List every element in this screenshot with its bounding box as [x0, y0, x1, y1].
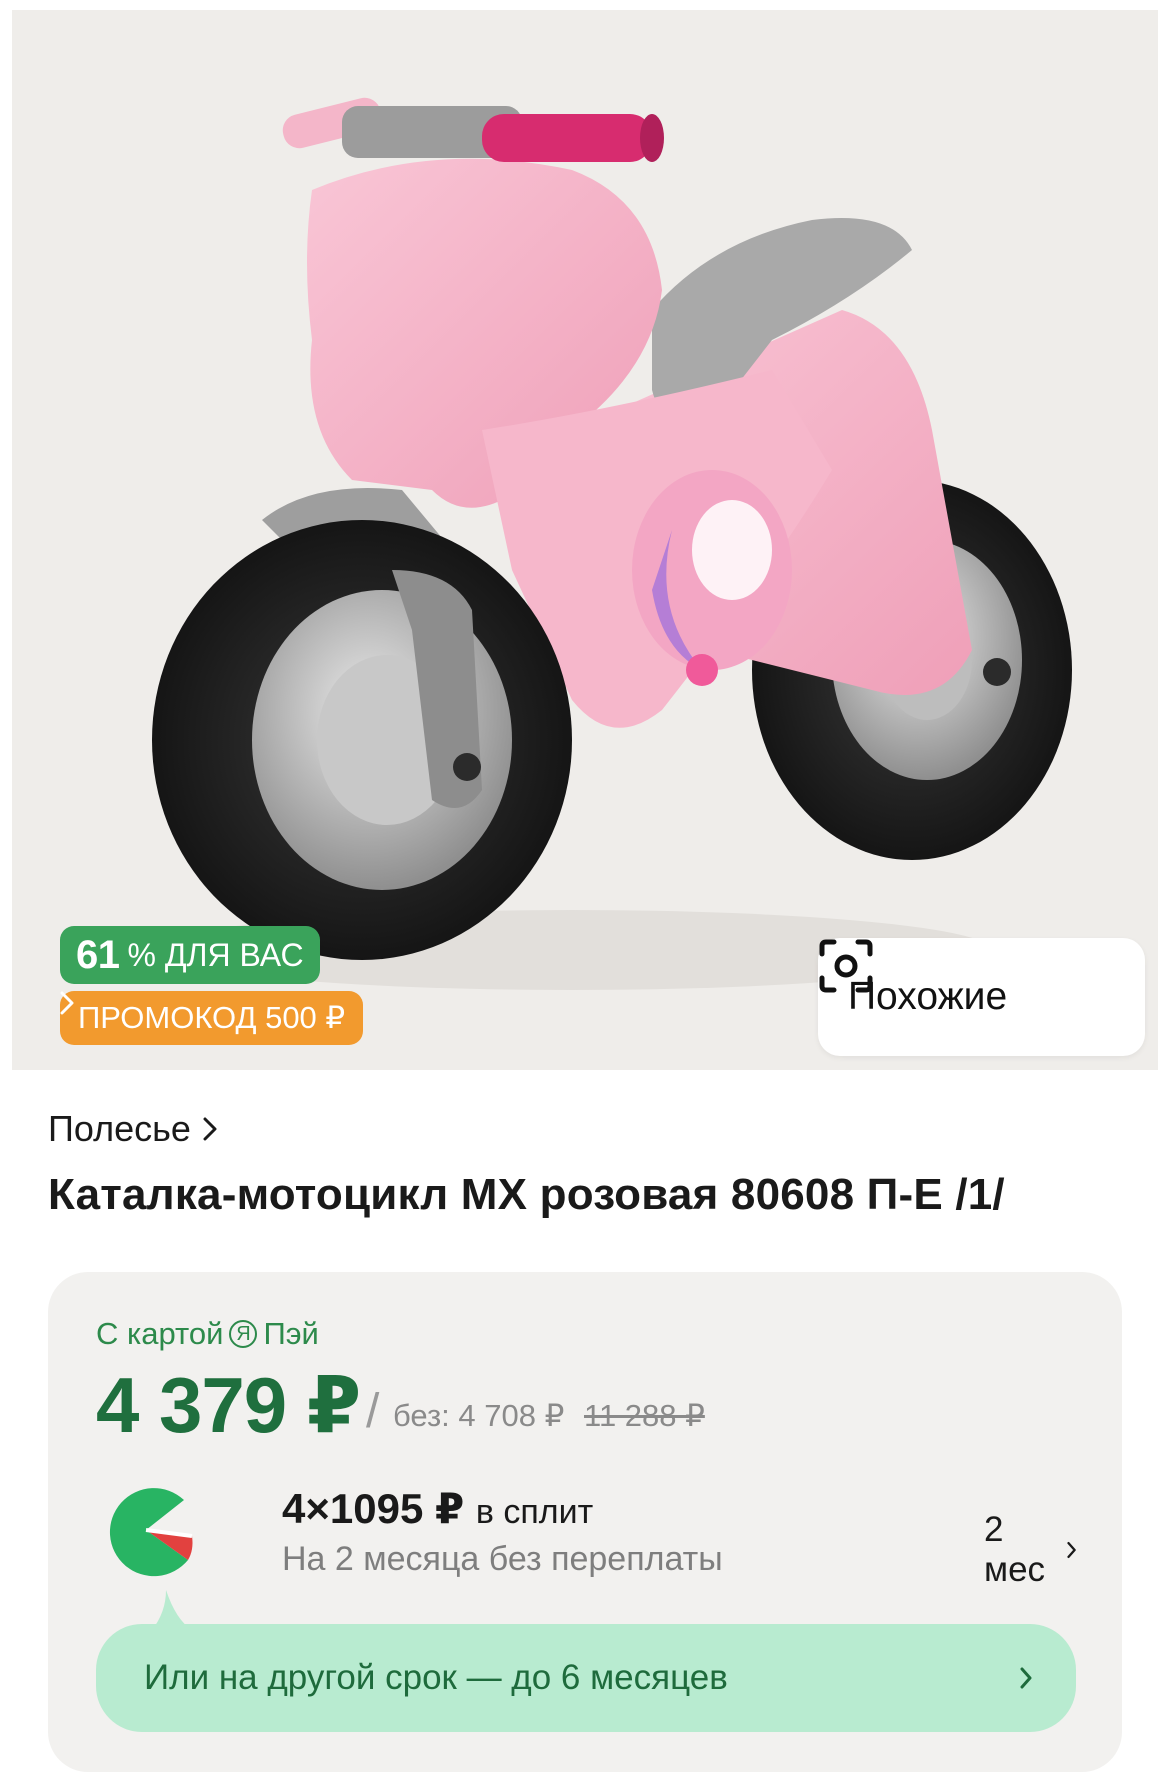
discount-suffix: % ДЛЯ ВАС — [127, 936, 304, 973]
split-period-selector[interactable]: 2 мес — [984, 1510, 1076, 1590]
split-amount: 4×1095 ₽ в сплит — [282, 1484, 593, 1533]
split-period-label: 2 мес — [984, 1510, 1046, 1589]
discount-percent: 61 — [76, 932, 120, 977]
similar-products-button[interactable]: Похожие — [818, 938, 1145, 1056]
pink-ride-on-motorcycle-image — [152, 97, 1072, 990]
brand-name: Полесье — [48, 1108, 191, 1149]
chevron-right-icon — [1020, 1667, 1032, 1689]
current-price: 4 379 ₽ — [96, 1361, 361, 1449]
chevron-right-icon — [203, 1117, 217, 1141]
promocode-badge[interactable]: ПРОМОКОД 500 ₽ — [60, 991, 364, 1045]
promocode-label: ПРОМОКОД 500 ₽ — [78, 1000, 346, 1035]
split-watermelon-icon — [109, 1488, 193, 1577]
price-without-card: без: 4 708 ₽ — [393, 1398, 565, 1433]
personal-discount-badge: 61 % ДЛЯ ВАС — [60, 926, 320, 984]
price-card: С картой Я Пэй 4 379 ₽ / без: 4 708 ₽ 11… — [48, 1272, 1122, 1772]
split-description: На 2 месяца без переплаты — [282, 1540, 723, 1578]
split-amount-value: 4×1095 ₽ — [282, 1485, 465, 1532]
product-image-area[interactable]: 61 % ДЛЯ ВАС ПРОМОКОД 500 ₽ Похожие — [12, 10, 1158, 1070]
old-price: 11 288 ₽ — [584, 1398, 705, 1433]
chevron-right-icon — [60, 991, 74, 1015]
visual-search-icon — [819, 939, 873, 993]
chevron-right-icon — [1067, 1541, 1076, 1559]
yandex-pay-logo-icon: Я — [229, 1320, 258, 1348]
brand-link[interactable]: Полесье — [48, 1108, 217, 1150]
split-payment-row[interactable]: 4×1095 ₽ в сплит На 2 месяца без перепла… — [96, 1480, 1076, 1589]
split-amount-suffix: в сплит — [475, 1493, 594, 1531]
caption-prefix: С картой — [96, 1316, 224, 1351]
price-separator: / — [366, 1385, 380, 1438]
product-title: Каталка-мотоцикл MX розовая 80608 П-Е /1… — [48, 1170, 1005, 1219]
card-price-caption: С картой Я Пэй — [96, 1316, 319, 1352]
other-term-label: Или на другой срок — до 6 месяцев — [144, 1658, 728, 1697]
other-term-option[interactable]: Или на другой срок — до 6 месяцев — [96, 1624, 1076, 1732]
caption-suffix: Пэй — [263, 1316, 319, 1351]
